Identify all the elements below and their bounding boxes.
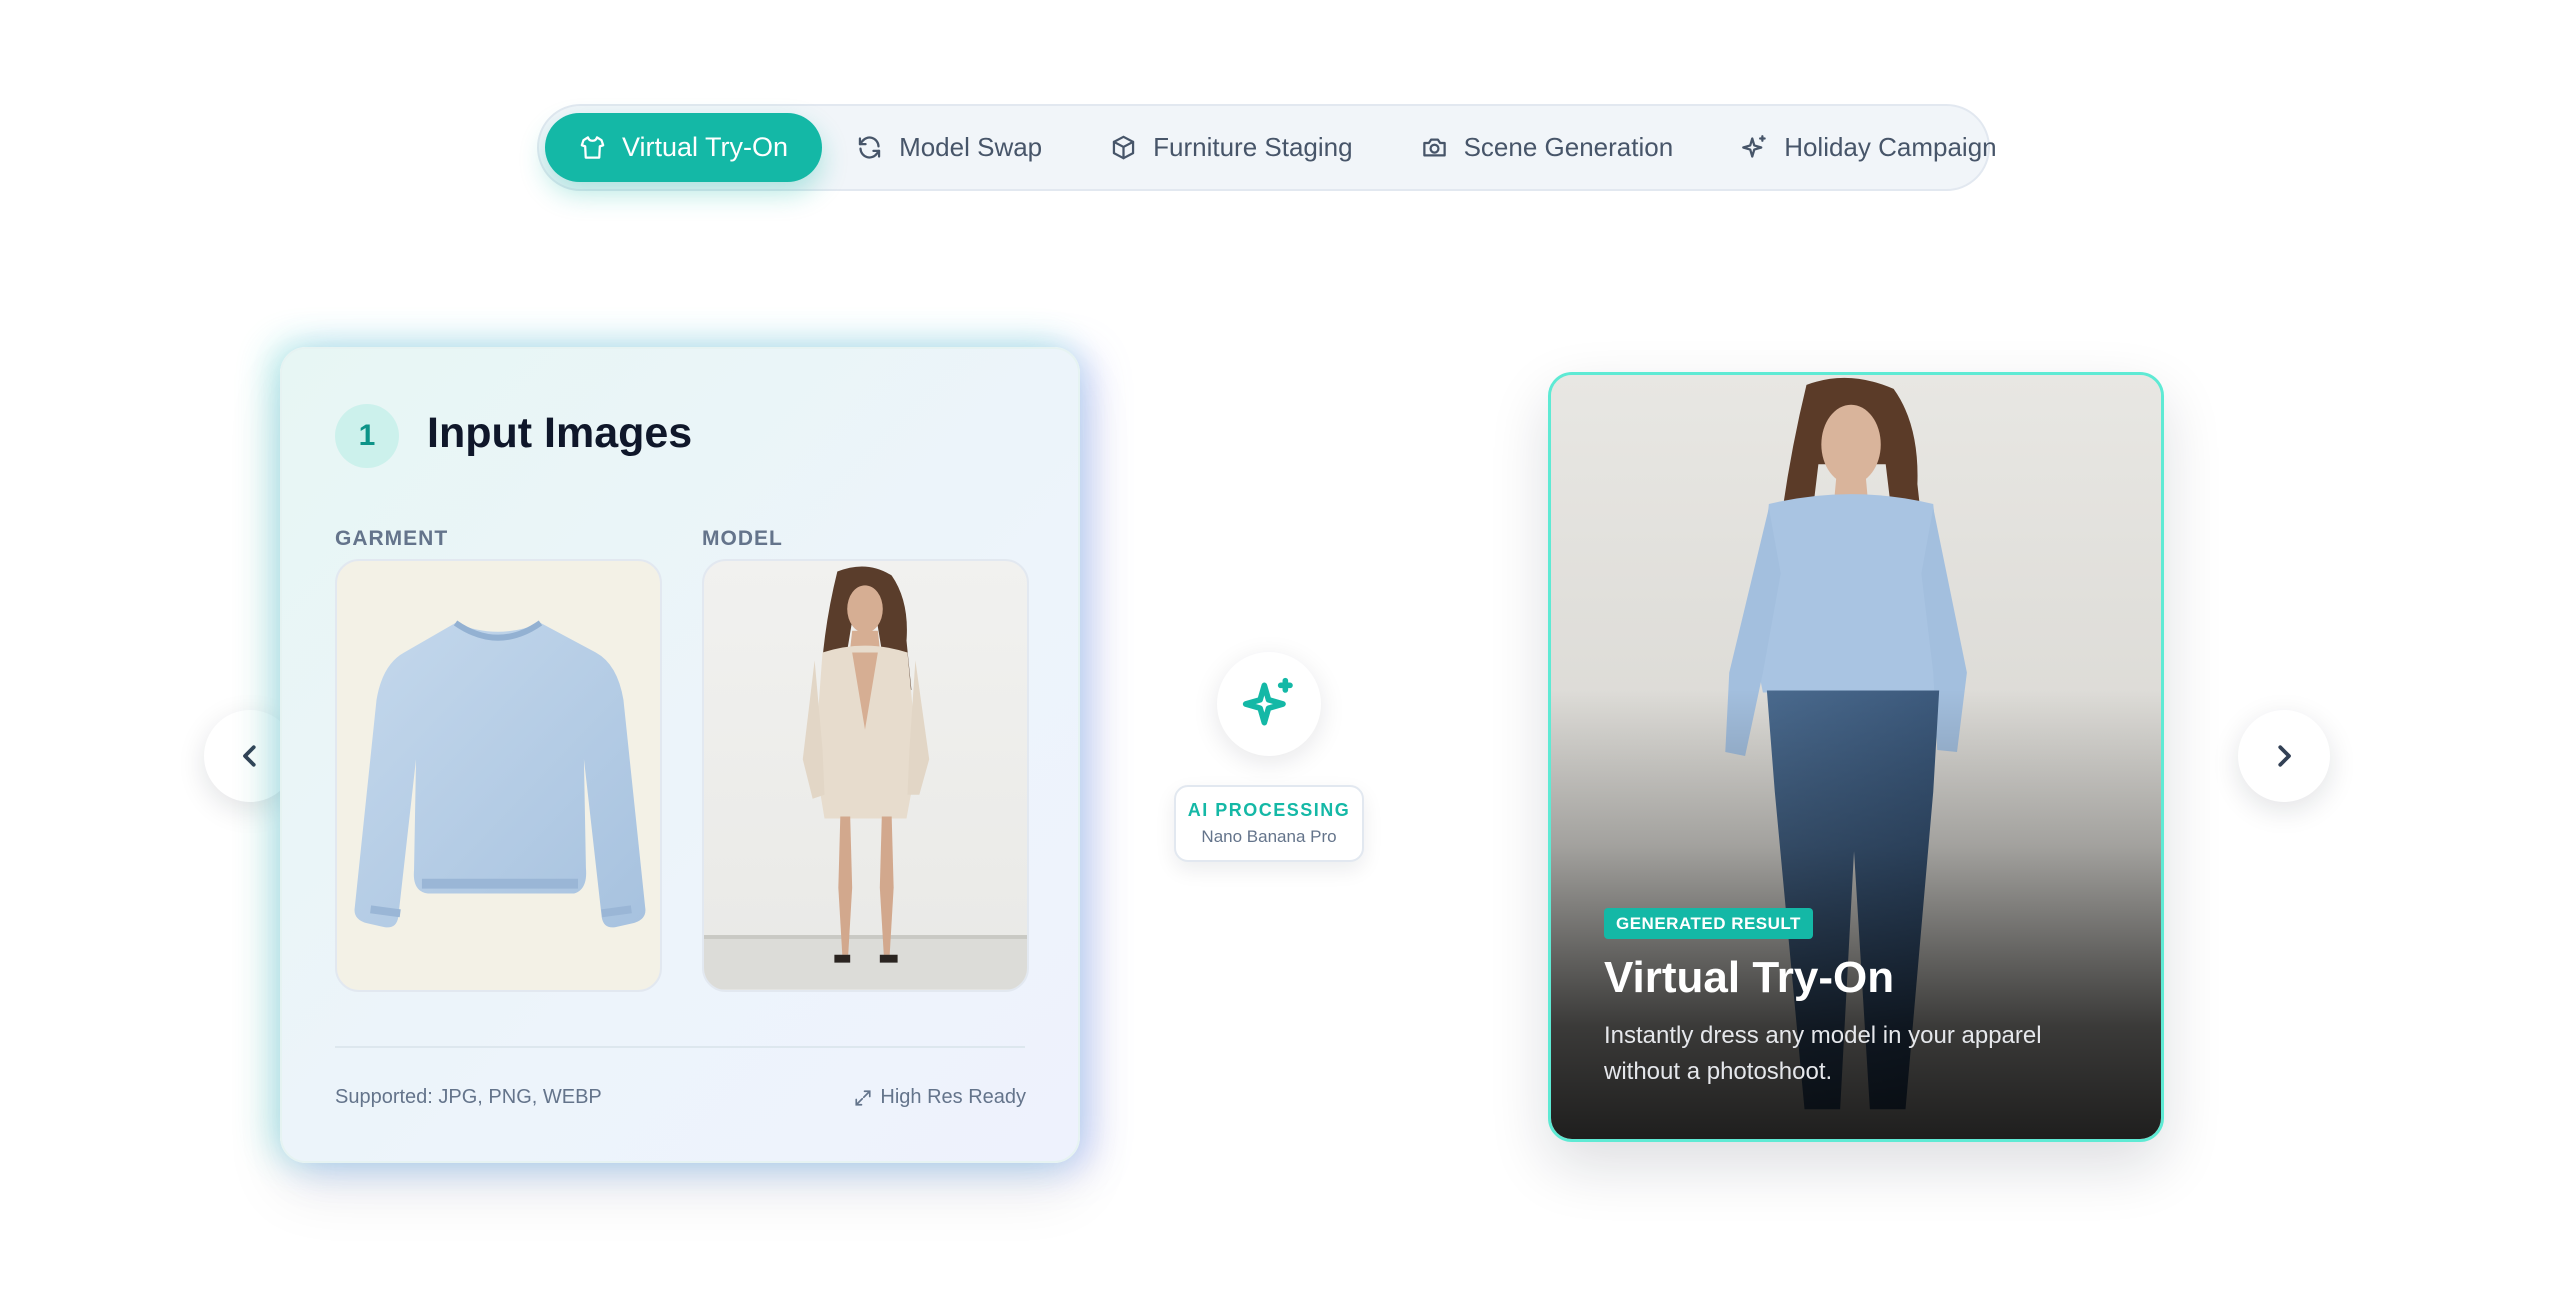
chevron-left-icon (243, 745, 256, 767)
high-res-text: High Res Ready (880, 1086, 1026, 1108)
shirt-icon (580, 136, 605, 159)
refresh-icon (858, 136, 881, 159)
garment-image[interactable] (335, 559, 662, 992)
ai-processing-title: AI PROCESSING (1187, 800, 1351, 820)
expand-icon (855, 1089, 871, 1106)
high-res-indicator: High Res Ready (854, 1086, 1026, 1109)
result-title: Virtual Try-On (1604, 953, 1895, 1002)
tab-scene-generation[interactable]: Scene Generation (1387, 113, 1708, 182)
sweater-illustration (354, 620, 646, 928)
model-photo-illustration (704, 566, 1027, 990)
model-label: MODEL (702, 527, 783, 550)
tab-label: Holiday Campaign (1784, 132, 1997, 162)
tab-label: Scene Generation (1463, 132, 1674, 162)
sparkle-icon (1242, 677, 1293, 726)
next-slide-button[interactable] (2238, 710, 2330, 802)
tab-label: Furniture Staging (1153, 132, 1353, 162)
tab-label: Model Swap (899, 132, 1043, 162)
tab-label: Virtual Try-On (622, 132, 789, 162)
model-image[interactable] (702, 559, 1029, 992)
generated-result-card[interactable]: GENERATED RESULT Virtual Try-On Instantl… (1548, 372, 2164, 1142)
tab-furniture-staging[interactable]: Furniture Staging (1076, 113, 1386, 182)
generated-result-badge: GENERATED RESULT (1604, 908, 1813, 939)
result-description: Instantly dress any model in your appare… (1604, 1022, 2042, 1085)
box-icon (1112, 135, 1135, 160)
tab-virtual-try-on[interactable]: Virtual Try-On (545, 113, 823, 182)
ai-processing-indicator (1217, 652, 1321, 756)
tab-holiday-campaign[interactable]: Holiday Campaign (1707, 113, 2030, 182)
step-number-badge: 1 (335, 404, 399, 468)
ai-processing-label: AI PROCESSING Nano Banana Pro (1174, 785, 1364, 862)
garment-label: GARMENT (335, 527, 449, 550)
feature-tab-bar: Virtual Try-On Model Swap Furniture Stag… (537, 104, 1997, 191)
supported-formats-text: Supported: JPG, PNG, WEBP (335, 1086, 602, 1108)
ai-model-name: Nano Banana Pro (1201, 827, 1337, 846)
chevron-right-icon (2278, 745, 2291, 767)
sparkles-icon (1742, 135, 1766, 158)
card-title: Input Images (427, 409, 693, 457)
camera-icon (1422, 138, 1446, 157)
card-divider (335, 1046, 1025, 1048)
tab-model-swap[interactable]: Model Swap (822, 113, 1076, 182)
input-images-card: 1 Input Images GARMENT MODEL Supported: … (280, 347, 1080, 1163)
